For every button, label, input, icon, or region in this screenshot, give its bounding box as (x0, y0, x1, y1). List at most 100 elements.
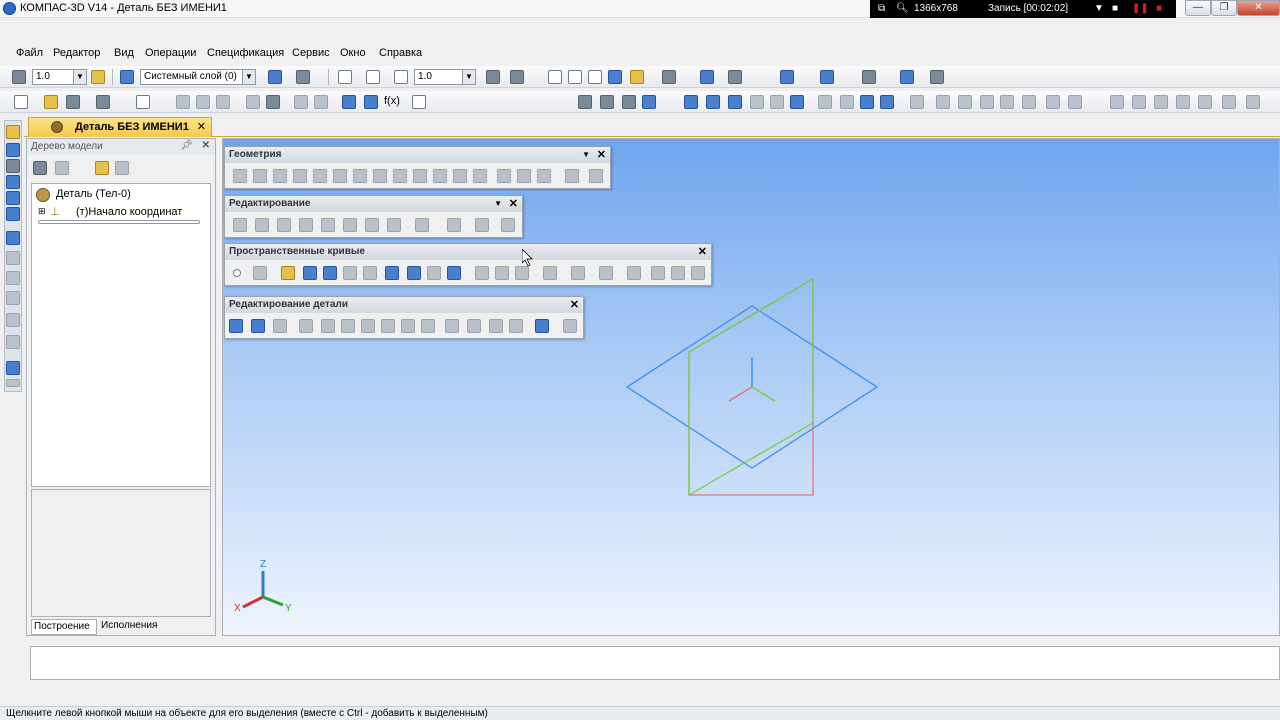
text-style-icon[interactable] (930, 70, 944, 84)
sheet-5-icon[interactable] (1022, 95, 1036, 109)
shaded-edges-icon[interactable] (630, 70, 644, 84)
helix-icon[interactable] (543, 266, 557, 280)
rib-icon[interactable] (381, 319, 395, 333)
space-polyline-icon[interactable] (385, 266, 399, 280)
display-icon[interactable] (700, 70, 714, 84)
paste-icon[interactable] (216, 95, 230, 109)
spline-icon[interactable] (353, 169, 367, 183)
shell-icon[interactable] (299, 319, 313, 333)
cut-revolve-icon[interactable] (790, 95, 804, 109)
menu-view[interactable]: Вид (114, 47, 134, 59)
close-button[interactable]: ✕ (1237, 0, 1280, 16)
projection-curve-icon[interactable] (475, 266, 489, 280)
layer-icon[interactable] (120, 70, 134, 84)
surface-2-icon[interactable] (840, 95, 854, 109)
tree-root-item[interactable]: Деталь (Тел-0) (56, 188, 131, 200)
menu-file[interactable]: Файл (16, 47, 43, 59)
curves-icon[interactable] (6, 191, 20, 205)
part-editing-panel-title[interactable]: Редактирование детали (225, 297, 583, 313)
intersection-curve-icon[interactable] (495, 266, 509, 280)
constraints-icon[interactable] (6, 271, 20, 285)
zoom-dynamic-icon[interactable] (366, 70, 380, 84)
ellipse-icon[interactable] (333, 169, 347, 183)
new-document-icon[interactable] (14, 95, 28, 109)
chevron-down-icon[interactable]: ▼ (73, 70, 86, 84)
convert-icon[interactable] (501, 218, 515, 232)
select-icon[interactable] (6, 335, 20, 349)
cut-icon[interactable] (273, 319, 287, 333)
tree-view-icon[interactable] (55, 161, 69, 175)
step-combo[interactable]: 1.0 ▼ (32, 69, 87, 85)
chevron-down-icon[interactable]: ▼ (494, 199, 502, 208)
zoom-combo[interactable]: 1.0 ▼ (414, 69, 476, 85)
array-2-icon[interactable] (1132, 95, 1146, 109)
thin-lines-icon[interactable] (588, 70, 602, 84)
sweep-icon[interactable] (728, 95, 742, 109)
solids-icon[interactable] (6, 175, 20, 189)
restore-view-icon[interactable]: ⧉ (878, 3, 885, 14)
redo-icon[interactable] (314, 95, 328, 109)
geometry-panel-title[interactable]: Геометрия (225, 147, 610, 163)
offset-curve-icon[interactable] (627, 266, 641, 280)
move-icon[interactable] (233, 218, 247, 232)
preview-icon[interactable] (136, 95, 150, 109)
tree-icon[interactable] (6, 159, 20, 173)
sketch-line-icon[interactable] (578, 95, 592, 109)
help-pointer-icon[interactable] (412, 95, 426, 109)
menu-editor[interactable]: Редактор (53, 47, 100, 59)
polygon-icon[interactable] (473, 169, 487, 183)
space-curves-panel-title[interactable]: Пространственные кривые (225, 244, 711, 260)
copy-icon[interactable] (196, 95, 210, 109)
array-4-icon[interactable] (1176, 95, 1190, 109)
properties-brush-icon[interactable] (246, 95, 260, 109)
array-5-icon[interactable] (1198, 95, 1212, 109)
dimensions-icon[interactable] (6, 251, 20, 265)
close-icon[interactable]: ✕ (570, 298, 579, 311)
snap-icon[interactable] (91, 70, 105, 84)
space-segment-icon[interactable] (303, 266, 317, 280)
import-curve-icon[interactable] (281, 266, 295, 280)
projection-icon[interactable] (565, 169, 579, 183)
rectangle-icon[interactable] (453, 169, 467, 183)
sheet-3-icon[interactable] (980, 95, 994, 109)
document-tab[interactable]: Деталь БЕЗ ИМЕНИ1 ✕ (28, 117, 212, 137)
hidden-lines-icon[interactable] (568, 70, 582, 84)
sheet-7-icon[interactable] (1068, 95, 1082, 109)
boss-extrude-icon[interactable] (229, 319, 243, 333)
close-icon[interactable]: ✕ (509, 197, 518, 210)
layer-combo[interactable]: Системный слой (0) ▼ (140, 69, 256, 85)
sheet-4-icon[interactable] (1000, 95, 1014, 109)
array-3-icon[interactable] (1154, 95, 1168, 109)
zoom-in-icon[interactable] (394, 70, 408, 84)
print-icon[interactable] (96, 95, 110, 109)
delete-body-icon[interactable] (563, 319, 577, 333)
menu-operations[interactable]: Операции (145, 47, 196, 59)
bezier-icon[interactable] (393, 169, 407, 183)
expand-toolbar-icon[interactable] (6, 379, 20, 387)
measure-icon[interactable] (642, 95, 656, 109)
compact-panel-switch-icon[interactable] (6, 125, 20, 139)
sketch-icon[interactable] (6, 231, 20, 245)
edit-sketch-icon[interactable] (6, 361, 20, 375)
pin-icon[interactable]: 📌︎ (180, 140, 193, 151)
extrude-icon[interactable] (684, 95, 698, 109)
contour-icon[interactable] (537, 169, 551, 183)
segment-icon[interactable] (273, 169, 287, 183)
menu-help[interactable]: Справка (379, 47, 422, 59)
hole-icon[interactable] (401, 319, 415, 333)
mirror-2-icon[interactable] (1246, 95, 1260, 109)
expand-icon[interactable]: ⊞ (38, 206, 46, 217)
point-icon[interactable] (233, 169, 247, 183)
mirror-body-icon[interactable] (509, 319, 523, 333)
save-icon[interactable] (66, 95, 80, 109)
connect-curve-icon[interactable] (571, 266, 585, 280)
wireframe-icon[interactable] (548, 70, 562, 84)
join-icon[interactable] (475, 218, 489, 232)
space-circle-icon[interactable] (323, 266, 337, 280)
surface-5-icon[interactable] (910, 95, 924, 109)
stop-icon[interactable]: ■ (1156, 3, 1162, 14)
measure-tool-icon[interactable] (6, 313, 20, 327)
copy-object-icon[interactable] (321, 218, 335, 232)
chamfer-part-icon[interactable] (341, 319, 355, 333)
chevron-down-icon[interactable]: ▼ (462, 70, 475, 84)
